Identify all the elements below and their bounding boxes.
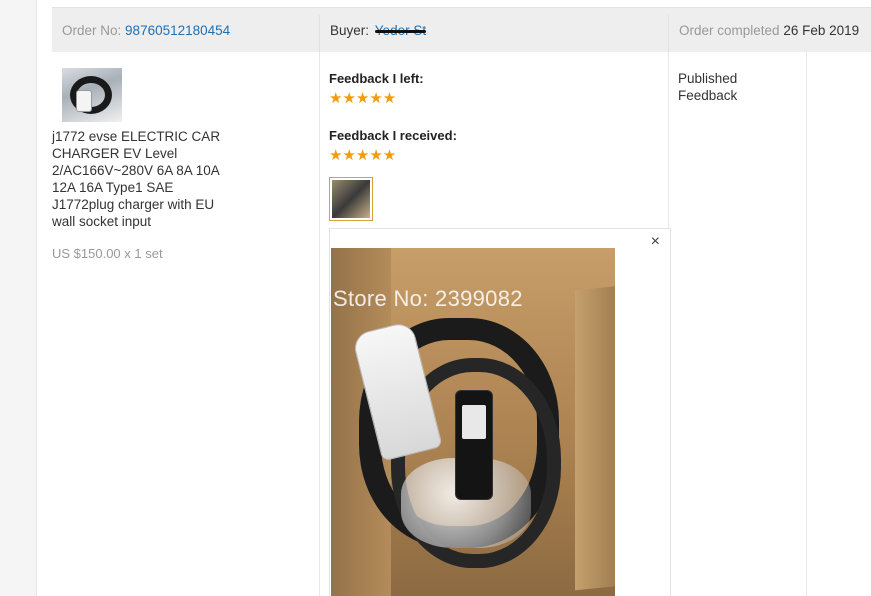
order-panel: Order No: 98760512180454 Buyer: Yeder St… <box>37 0 871 596</box>
buyer: Buyer: Yeder St <box>330 23 427 38</box>
order-status: Order completed 26 Feb 2019 <box>679 23 859 38</box>
store-watermark: Store No: 2399082 <box>333 286 523 311</box>
feedback-photo-thumbnail-image <box>332 180 370 218</box>
buyer-label: Buyer: <box>330 23 370 38</box>
feedback-photo-thumbnail[interactable] <box>329 177 373 221</box>
column-divider <box>806 52 807 596</box>
close-icon[interactable]: × <box>651 234 660 250</box>
order-status-date: 26 Feb 2019 <box>783 23 860 38</box>
page: Order No: 98760512180454 Buyer: Yeder St… <box>0 0 871 596</box>
column-divider <box>319 52 320 596</box>
product-price: US $150.00 x 1 set <box>52 246 163 261</box>
order-number-link[interactable]: 98760512180454 <box>125 23 230 38</box>
buyer-name-redacted[interactable]: Yeder St <box>374 23 427 38</box>
feedback-left-stars: ★★★★★ <box>329 90 397 107</box>
feedback-photo: Store No: 2399082 <box>331 248 615 596</box>
box-flap <box>575 285 615 591</box>
left-gutter <box>0 0 37 596</box>
product-title[interactable]: j1772 evse ELECTRIC CAR CHARGER EV Level… <box>52 128 227 230</box>
product-thumbnail[interactable] <box>62 68 122 122</box>
feedback-received-stars: ★★★★★ <box>329 147 397 164</box>
order-status-label: Order completed <box>679 23 780 38</box>
order-number: Order No: 98760512180454 <box>62 23 230 38</box>
published-feedback-status: Published Feedback <box>678 71 738 103</box>
feedback-left-label: Feedback I left: <box>329 71 424 86</box>
control-box-panel <box>462 405 486 439</box>
order-number-label: Order No: <box>62 23 122 38</box>
charger-plug-image <box>76 90 92 112</box>
control-box <box>455 390 493 500</box>
feedback-received-label: Feedback I received: <box>329 128 457 143</box>
order-header: Order No: 98760512180454 Buyer: Yeder St… <box>52 7 871 60</box>
photo-preview: × Store No: 2399082 <box>329 228 671 596</box>
